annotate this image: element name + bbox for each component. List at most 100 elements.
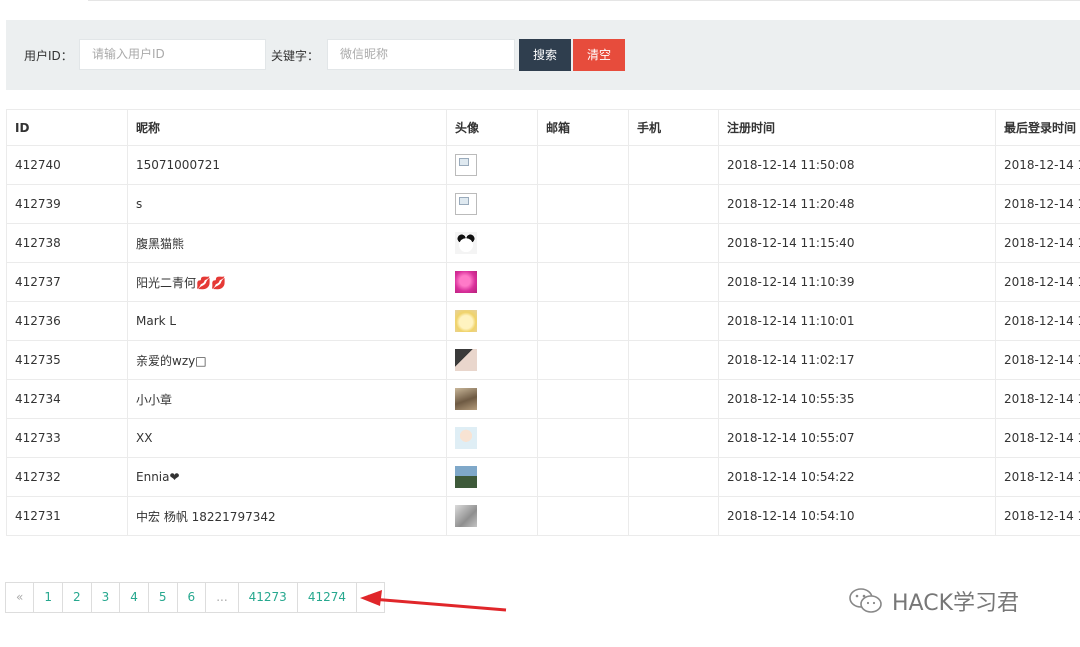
search-button[interactable]: 搜索 — [519, 39, 571, 71]
table-header-row: ID 昵称 头像 邮箱 手机 注册时间 最后登录时间 — [6, 109, 1080, 146]
pagination-next[interactable]: » — [356, 582, 386, 613]
userid-label: 用户ID： — [24, 49, 73, 63]
broken-image-icon[interactable] — [455, 193, 477, 215]
cell-avatar — [446, 145, 538, 185]
cell-nickname: XX — [127, 418, 447, 458]
cell-last-login: 2018-12-14 10 — [995, 418, 1080, 458]
column-header-avatar[interactable]: 头像 — [446, 109, 538, 146]
userid-input[interactable]: 请输入用户ID — [79, 39, 266, 70]
pagination-page[interactable]: 2 — [61, 582, 92, 613]
cell-email — [537, 301, 629, 341]
cell-reg-time: 2018-12-14 10:54:10 — [718, 496, 996, 536]
pagination-page[interactable]: 41274 — [296, 582, 358, 613]
cell-last-login: 2018-12-14 11 — [995, 184, 1080, 224]
cell-phone — [628, 418, 719, 458]
avatar-image[interactable] — [455, 271, 477, 293]
cell-id: 412739 — [6, 184, 128, 224]
cell-last-login: 2018-12-14 11 — [995, 340, 1080, 380]
cell-nickname: Mark L — [127, 301, 447, 341]
cell-email — [537, 223, 629, 263]
cell-email — [537, 457, 629, 497]
cell-id: 412733 — [6, 418, 128, 458]
column-header-nickname[interactable]: 昵称 — [127, 109, 447, 146]
table-row: 412735 亲爱的wzy□ 2018-12-14 11:02:17 2018-12-… — [6, 340, 1080, 380]
column-header-email[interactable]: 邮箱 — [537, 109, 629, 146]
pagination-page[interactable]: 6 — [176, 582, 207, 613]
cell-avatar — [446, 301, 538, 341]
cell-id: 412735 — [6, 340, 128, 380]
pagination-page[interactable]: 4 — [119, 582, 149, 613]
pagination-ellipsis: ... — [205, 582, 239, 613]
pagination-page[interactable]: 41273 — [237, 582, 298, 613]
table-row: 412739s 2018-12-14 11:20:482018-12-14 11 — [6, 184, 1080, 224]
cell-id: 412732 — [6, 457, 128, 497]
table-row: 412734小小章 2018-12-14 10:55:352018-12-14 1… — [6, 379, 1080, 419]
avatar-image[interactable] — [455, 427, 477, 449]
cell-reg-time: 2018-12-14 11:10:39 — [718, 262, 996, 302]
cell-email — [537, 418, 629, 458]
cell-email — [537, 379, 629, 419]
cell-phone — [628, 145, 719, 185]
cell-nickname: Ennia❤ — [127, 457, 447, 497]
cell-last-login: 2018-12-14 11 — [995, 262, 1080, 302]
table-row: 412733XX 2018-12-14 10:55:072018-12-14 10 — [6, 418, 1080, 458]
avatar-image[interactable] — [455, 505, 477, 527]
pagination-page[interactable]: 1 — [33, 582, 63, 613]
cell-avatar — [446, 418, 538, 458]
cell-reg-time: 2018-12-14 11:15:40 — [718, 223, 996, 263]
pagination-prev[interactable]: « — [5, 582, 35, 613]
avatar-image[interactable] — [455, 232, 477, 254]
column-header-reg-time[interactable]: 注册时间 — [718, 109, 996, 146]
table-row: 412736 Mark L 2018-12-14 11:10:01 2018-12-1… — [6, 301, 1080, 341]
cell-avatar — [446, 496, 538, 536]
avatar-image[interactable] — [455, 388, 477, 410]
column-header-id[interactable]: ID — [6, 109, 128, 146]
cell-last-login: 2018-12-14 10 — [995, 457, 1080, 497]
cell-last-login: 2018-12-14 11 — [995, 223, 1080, 263]
avatar-image[interactable] — [455, 310, 477, 332]
cell-phone — [628, 262, 719, 302]
cell-email — [537, 145, 629, 185]
top-divider — [88, 0, 1080, 1]
cell-id: 412734 — [6, 379, 128, 419]
cell-email — [537, 340, 629, 380]
avatar-image[interactable] — [455, 466, 477, 488]
cell-phone — [628, 184, 719, 224]
cell-avatar — [446, 340, 538, 380]
cell-avatar — [446, 223, 538, 263]
table-row: 412738 腹黑猫熊 2018-12-14 11:15:40 2018-12-14 … — [6, 223, 1080, 263]
cell-phone — [628, 340, 719, 380]
cell-email — [537, 496, 629, 536]
cell-last-login: 2018-12-14 10 — [995, 496, 1080, 536]
cell-nickname: 阳光二青何💋💋 — [127, 262, 447, 302]
cell-nickname: s — [127, 184, 447, 224]
table-row: 412731 中宏 杨帆 18221797342 2018-12-14 10:54:… — [6, 496, 1080, 536]
watermark-text: HACK学习君 — [892, 591, 1019, 616]
cell-avatar — [446, 379, 538, 419]
keyword-input[interactable]: 微信昵称 — [327, 39, 515, 70]
cell-reg-time: 2018-12-14 10:55:35 — [718, 379, 996, 419]
column-header-last-login[interactable]: 最后登录时间 — [995, 109, 1080, 146]
cell-reg-time: 2018-12-14 10:54:22 — [718, 457, 996, 497]
cell-nickname: 15071000721 — [127, 145, 447, 185]
watermark: HACK学习君 — [848, 584, 1019, 618]
pagination-page[interactable]: 3 — [90, 582, 121, 613]
cell-reg-time: 2018-12-14 11:02:17 — [718, 340, 996, 380]
cell-email — [537, 184, 629, 224]
cell-id: 412740 — [6, 145, 128, 185]
column-header-phone[interactable]: 手机 — [628, 109, 719, 146]
cell-nickname: 腹黑猫熊 — [127, 223, 447, 263]
pagination-page[interactable]: 5 — [147, 582, 178, 613]
cell-phone — [628, 457, 719, 497]
cell-id: 412736 — [6, 301, 128, 341]
broken-image-icon[interactable] — [455, 154, 477, 176]
cell-avatar — [446, 262, 538, 302]
table-row: 412737 阳光二青何💋💋 2018-12-14 11:10:39 2018-12-… — [6, 262, 1080, 302]
cell-id: 412738 — [6, 223, 128, 263]
cell-phone — [628, 496, 719, 536]
avatar-image[interactable] — [455, 349, 477, 371]
cell-reg-time: 2018-12-14 10:55:07 — [718, 418, 996, 458]
search-panel: 用户ID： 请输入用户ID 关键字： 微信昵称 搜索 清空 — [6, 20, 1080, 90]
clear-button[interactable]: 清空 — [573, 39, 625, 71]
cell-nickname: 亲爱的wzy□ — [127, 340, 447, 380]
